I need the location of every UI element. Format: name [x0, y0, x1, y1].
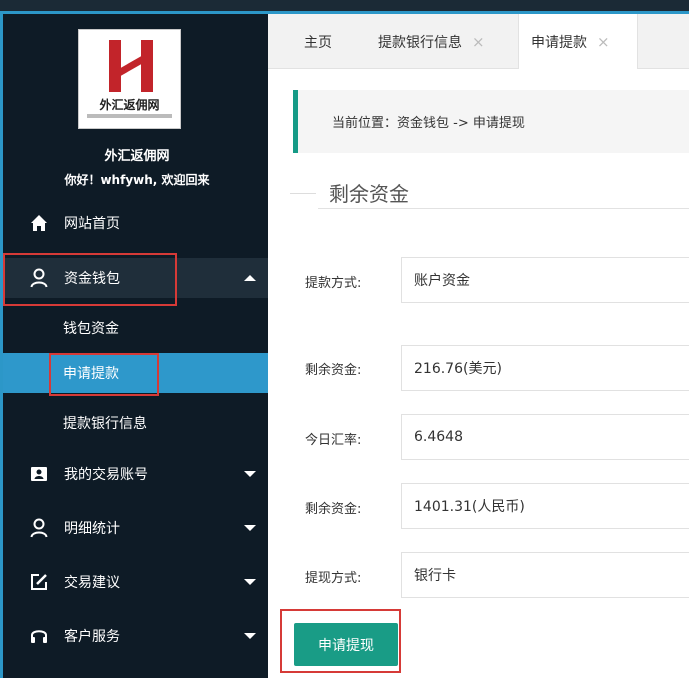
sidebar-item-label: 网站首页	[64, 216, 120, 232]
chevron-down-icon	[244, 471, 256, 477]
chevron-up-icon	[244, 275, 256, 281]
logo-subtitle-line	[87, 114, 172, 118]
user-greeting: 你好！whfywh, 欢迎回来	[64, 173, 210, 187]
chevron-down-icon	[244, 633, 256, 639]
sidebar-item-label: 我的交易账号	[64, 467, 148, 483]
logo-text: 外汇返佣网	[99, 98, 160, 112]
site-name: 外汇返佣网	[104, 149, 170, 164]
sidebar-subitem-bank-info[interactable]: 提款银行信息	[3, 403, 268, 443]
tab-home[interactable]: 主页	[268, 14, 368, 69]
breadcrumb: 当前位置：资金钱包 -> 申请提现	[293, 90, 689, 153]
sidebar: 外汇返佣网 外汇返佣网 你好！whfywh, 欢迎回来 网站首页 资金钱包 钱包…	[0, 14, 268, 678]
id-card-icon	[29, 464, 49, 484]
exchange-rate-field[interactable]: 6.4648	[401, 414, 689, 460]
close-icon[interactable]: ×	[472, 33, 485, 51]
sidebar-item-customer-service[interactable]: 客户服务	[3, 616, 268, 656]
submit-withdraw-button[interactable]: 申请提现	[294, 623, 398, 666]
sidebar-item-label: 客户服务	[64, 629, 120, 645]
section-divider	[318, 208, 689, 209]
sidebar-item-label: 明细统计	[64, 521, 120, 537]
tab-bar: 主页 提款银行信息 × 申请提款 ×	[268, 14, 689, 69]
balance-usd-label: 剩余资金:	[305, 363, 362, 378]
tab-label: 提款银行信息	[378, 34, 462, 51]
chevron-down-icon	[244, 525, 256, 531]
withdraw-method-field[interactable]: 银行卡	[401, 552, 689, 598]
headset-icon	[29, 626, 49, 646]
close-icon[interactable]: ×	[597, 33, 610, 51]
user-icon	[29, 518, 49, 538]
balance-cny-label: 剩余资金:	[305, 502, 362, 517]
highlight-box-withdraw	[49, 353, 159, 396]
sidebar-item-trading-accounts[interactable]: 我的交易账号	[3, 454, 268, 494]
sidebar-subitem-wallet-funds[interactable]: 钱包资金	[3, 308, 268, 348]
chevron-down-icon	[244, 579, 256, 585]
withdraw-type-label: 提款方式:	[305, 276, 362, 291]
exchange-rate-label: 今日汇率:	[305, 433, 362, 448]
logo-mark-icon	[109, 40, 153, 92]
sidebar-subitem-label: 钱包资金	[63, 321, 119, 337]
withdraw-method-label: 提现方式:	[305, 571, 362, 586]
highlight-box-wallet	[3, 253, 177, 306]
sidebar-subitem-label: 提款银行信息	[63, 416, 147, 432]
tab-withdraw[interactable]: 申请提款 ×	[518, 14, 638, 69]
sidebar-item-trading-advice[interactable]: 交易建议	[3, 562, 268, 602]
balance-usd-field[interactable]: 216.76(美元)	[401, 345, 689, 391]
withdraw-type-field[interactable]: 账户资金	[401, 257, 689, 303]
section-title: 剩余资金	[329, 182, 409, 206]
tab-label: 申请提款	[531, 34, 587, 51]
tab-label: 主页	[304, 34, 332, 51]
balance-cny-field[interactable]: 1401.31(人民币)	[401, 483, 689, 529]
tab-bank-info[interactable]: 提款银行信息 ×	[378, 14, 518, 69]
sidebar-item-statistics[interactable]: 明细统计	[3, 508, 268, 548]
sidebar-item-home[interactable]: 网站首页	[3, 203, 268, 243]
edit-icon	[29, 572, 49, 592]
site-logo[interactable]: 外汇返佣网	[78, 29, 181, 129]
home-icon	[29, 213, 49, 233]
sidebar-item-label: 交易建议	[64, 575, 120, 591]
section-divider-left	[290, 193, 316, 194]
